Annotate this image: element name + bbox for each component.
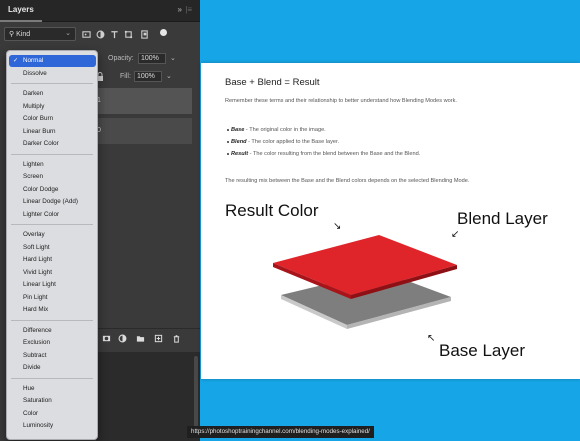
panel-menu-button[interactable]: |≡ (185, 5, 192, 14)
list-item: Result - The color resulting from the bl… (227, 151, 420, 157)
opacity-row: Opacity: 100% ⌄ (96, 52, 200, 68)
adjustment-icon[interactable] (118, 334, 127, 343)
chevron-down-icon[interactable]: ⌄ (170, 54, 176, 62)
chevron-down-icon: ⌄ (65, 30, 71, 37)
layer-row[interactable]: 0 (96, 118, 192, 144)
menu-item[interactable]: Lighten (7, 159, 97, 171)
menu-item[interactable]: Pin Light (7, 292, 97, 304)
tab-layers[interactable]: Layers (8, 5, 34, 14)
menu-item[interactable]: ✓ Normal (9, 55, 96, 67)
menu-separator (11, 83, 93, 84)
blend-layer-label: Blend Layer (457, 209, 548, 228)
bullet-icon (227, 141, 229, 143)
list-item: Blend - The color applied to the Base la… (227, 139, 339, 145)
fill-label: Fill: (120, 73, 131, 80)
search-icon: ⚲ (9, 31, 15, 38)
filter-toggle[interactable] (160, 29, 167, 36)
mask-icon[interactable] (102, 334, 111, 343)
menu-item[interactable]: Difference (7, 325, 97, 337)
menu-item[interactable]: Subtract (7, 350, 97, 362)
menu-item[interactable]: Screen (7, 171, 97, 183)
list-item: Base - The original color in the image. (227, 127, 326, 133)
menu-item[interactable]: Soft Light (7, 242, 97, 254)
menu-item[interactable]: Exclusion (7, 337, 97, 349)
blend-mode-menu: ✓ Normal Dissolve Darken Multiply Color Burn L… (6, 50, 98, 440)
chevron-down-icon[interactable]: ⌄ (166, 72, 172, 80)
menu-item[interactable]: Darker Color (7, 138, 97, 150)
secondary-panel (96, 352, 200, 441)
menu-item[interactable]: Saturation (7, 395, 97, 407)
layers-bottom-toolbar (96, 328, 200, 348)
folder-icon[interactable] (136, 334, 145, 343)
menu-item[interactable]: Multiply (7, 101, 97, 113)
menu-item[interactable]: Vivid Light (7, 267, 97, 279)
mix-note: The resulting mix between the Base and t… (225, 178, 470, 184)
filter-kind-label: Kind (16, 31, 31, 38)
bullet-icon (227, 153, 229, 155)
bullet-icon (227, 129, 229, 131)
layer-row[interactable]: 1 (96, 88, 192, 114)
menu-item[interactable]: Linear Light (7, 279, 97, 291)
trash-icon[interactable] (172, 334, 181, 343)
filter-kind-select[interactable]: ⚲ Kind ⌄ (4, 27, 76, 41)
menu-item[interactable]: Color Dodge (7, 184, 97, 196)
menu-item[interactable]: Divide (7, 362, 97, 374)
opacity-field[interactable]: 100% (138, 53, 166, 64)
menu-separator (11, 153, 93, 155)
opacity-label: Opacity: (108, 55, 134, 62)
menu-item[interactable]: Overlay (7, 229, 97, 241)
menu-item-label: Normal (23, 57, 44, 64)
menu-item[interactable]: Luminosity (7, 420, 97, 432)
menu-item[interactable]: Darken (7, 88, 97, 100)
menu-item[interactable]: Lighter Color (7, 209, 97, 221)
menu-item[interactable]: Color Burn (7, 113, 97, 125)
check-icon: ✓ (13, 58, 19, 64)
new-layer-icon[interactable] (154, 334, 163, 343)
smart-object-filter-icon[interactable] (140, 30, 149, 39)
menu-item[interactable]: Hue (7, 383, 97, 395)
shape-filter-icon[interactable] (124, 30, 133, 39)
fill-field[interactable]: 100% (134, 71, 162, 82)
collapse-panel-button[interactable]: » (178, 5, 182, 14)
menu-item[interactable]: Hard Mix (7, 304, 97, 316)
article-title: Base + Blend = Result (225, 77, 320, 88)
article-screenshot: Base + Blend = Result Remember these ter… (201, 63, 580, 379)
menu-item[interactable]: Dissolve (7, 68, 97, 80)
filter-row: ⚲ Kind ⌄ (0, 24, 200, 44)
blend-layer-shape (273, 235, 457, 295)
source-url[interactable]: https://photoshoptrainingchannel.com/ble… (187, 426, 374, 438)
blend-diagram (273, 235, 457, 329)
active-tab-indicator (0, 20, 42, 22)
menu-item[interactable]: Hard Light (7, 254, 97, 266)
image-filter-icon[interactable] (82, 30, 91, 39)
article-intro: Remember these terms and their relations… (225, 98, 457, 104)
menu-separator (11, 377, 93, 379)
menu-item[interactable]: Linear Burn (7, 126, 97, 138)
type-filter-icon[interactable] (110, 30, 119, 39)
panel-tab-bar: Layers » |≡ (0, 0, 200, 22)
menu-item[interactable]: Color (7, 408, 97, 420)
lock-fill-row: Fill: 100% ⌄ (96, 70, 200, 86)
adjustment-filter-icon[interactable] (96, 30, 105, 39)
menu-separator (11, 224, 93, 225)
menu-item[interactable]: Linear Dodge (Add) (7, 196, 97, 208)
menu-separator (11, 319, 93, 321)
scrollbar[interactable] (194, 356, 198, 436)
